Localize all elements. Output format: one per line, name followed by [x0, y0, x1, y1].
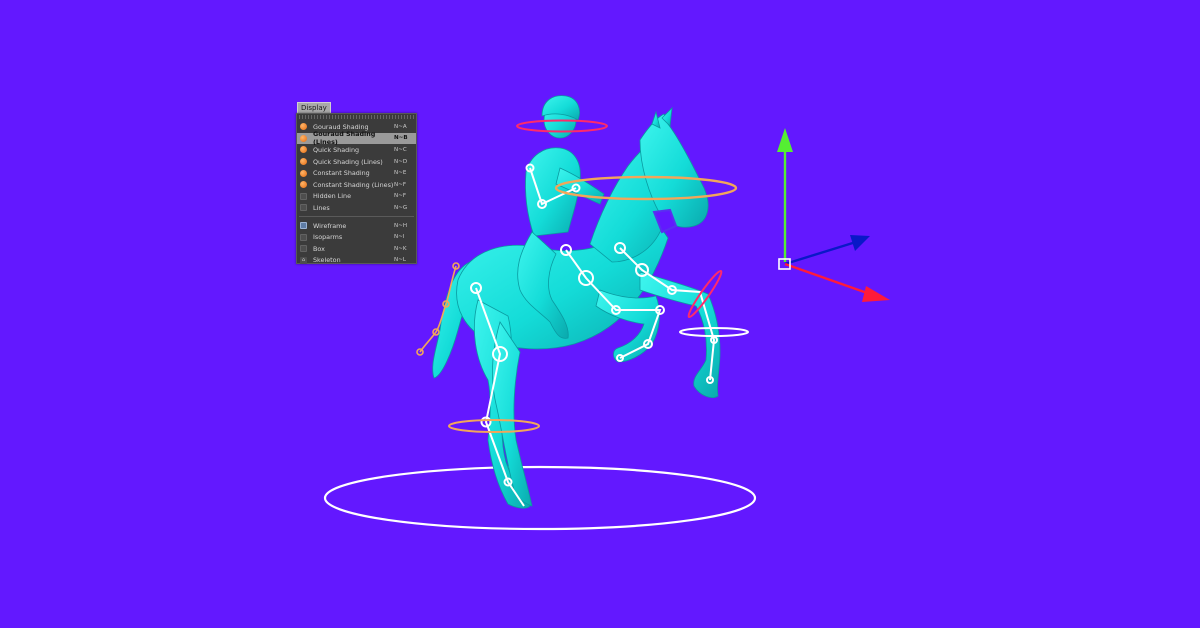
menu-item-shortcut: N~K — [394, 245, 407, 252]
menu-item-label: Constant Shading (Lines) — [313, 180, 394, 189]
z-axis — [784, 240, 857, 266]
menu-item-label: Quick Shading — [313, 145, 360, 154]
menu-item-label: Wireframe — [313, 221, 347, 230]
menu-item-quick-shading[interactable]: Quick Shading N~C — [297, 144, 416, 156]
x-axis-arrow-icon — [862, 286, 890, 302]
menu-item-shortcut: N~H — [394, 222, 408, 229]
menu-item-label: Isoparms — [313, 233, 343, 242]
menu-grip[interactable] — [299, 115, 414, 119]
menu-item-shortcut: N~G — [394, 204, 408, 211]
menu-item-constant-shading-lines[interactable]: Constant Shading (Lines) N~F — [297, 179, 416, 191]
orange-sphere-icon — [300, 181, 307, 189]
menu-item-label: Hidden Line — [313, 192, 352, 201]
menu-item-label: Quick Shading (Lines) — [313, 157, 383, 166]
orange-sphere-icon — [300, 169, 307, 177]
hidden-line-icon — [300, 192, 307, 200]
menu-item-constant-shading[interactable]: Constant Shading N~E — [297, 167, 416, 179]
rider-torso — [525, 147, 581, 237]
x-axis — [784, 262, 871, 296]
menu-item-shortcut: N~F — [394, 193, 407, 200]
orange-sphere-icon — [300, 134, 307, 142]
orange-sphere-icon — [300, 146, 307, 154]
skeleton-icon: ⌂ — [300, 256, 307, 264]
menu-item-box[interactable]: Box N~K — [297, 243, 416, 255]
display-menu-tab[interactable]: Display — [297, 102, 331, 113]
menu-item-shortcut: N~L — [394, 257, 406, 264]
orange-sphere-icon — [300, 123, 307, 131]
menu-item-label: Lines — [313, 203, 330, 212]
menu-item-shortcut: N~E — [394, 170, 407, 177]
viewport[interactable] — [0, 0, 1200, 628]
y-axis-arrow-icon — [777, 128, 793, 152]
menu-item-lines[interactable]: Lines N~G — [297, 202, 416, 214]
menu-item-shortcut: N~B — [394, 135, 408, 142]
box-icon — [300, 245, 307, 253]
menu-item-label: Skeleton — [313, 256, 341, 265]
isoparms-icon — [300, 233, 307, 241]
menu-item-label: Constant Shading — [313, 169, 370, 178]
display-menu: Gouraud Shading N~A Gouraud Shading (Lin… — [296, 113, 417, 264]
menu-item-wireframe[interactable]: Wireframe N~H — [297, 220, 416, 232]
menu-item-hidden-line[interactable]: Hidden Line N~F — [297, 191, 416, 203]
menu-separator — [299, 215, 414, 217]
z-axis-arrow-icon — [850, 235, 870, 251]
menu-item-shortcut: N~D — [394, 158, 408, 165]
menu-item-label: Box — [313, 244, 325, 253]
axis-gizmo[interactable] — [777, 128, 890, 302]
menu-item-isoparms[interactable]: Isoparms N~I — [297, 231, 416, 243]
wireframe-icon — [300, 222, 307, 230]
menu-item-shortcut: N~A — [394, 123, 407, 130]
orange-sphere-icon — [300, 158, 307, 166]
lines-icon — [300, 204, 307, 212]
menu-item-shortcut: N~C — [394, 146, 407, 153]
ground-control-ring[interactable] — [323, 465, 757, 531]
menu-item-quick-shading-lines[interactable]: Quick Shading (Lines) N~D — [297, 156, 416, 168]
horse-rider-model[interactable] — [432, 95, 721, 509]
menu-item-shortcut: N~F — [394, 181, 407, 188]
menu-item-gouraud-shading-lines[interactable]: Gouraud Shading (Lines) N~B — [297, 130, 416, 146]
menu-item-skeleton[interactable]: ⌂ Skeleton N~L — [297, 255, 416, 267]
menu-item-shortcut: N~I — [394, 234, 405, 241]
